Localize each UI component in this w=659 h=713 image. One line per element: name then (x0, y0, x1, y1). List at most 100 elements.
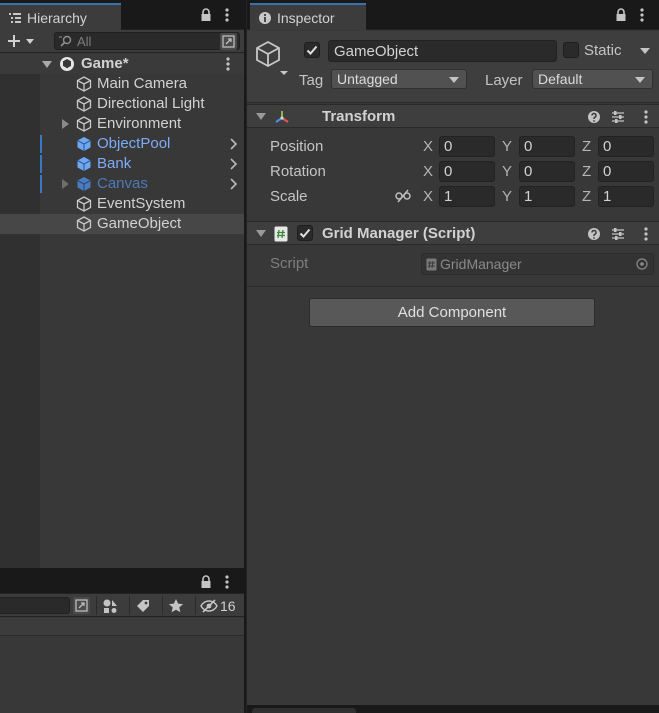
gameobject-cube-icon (76, 216, 92, 232)
lock-icon[interactable] (199, 7, 213, 23)
layer-dropdown[interactable]: Default (532, 69, 653, 89)
tab-hierarchy[interactable]: Hierarchy (0, 3, 121, 30)
hidden-packages-count: 16 (220, 597, 236, 614)
prefab-cube-icon (77, 177, 91, 191)
rotation-x-field[interactable]: 0 (439, 161, 495, 182)
position-x-axis: X (423, 138, 434, 155)
rotation-z-field[interactable]: 0 (598, 161, 654, 182)
sliders-icon[interactable] (611, 226, 625, 242)
tree-row-label: GameObject (97, 215, 182, 232)
favorite-star-icon[interactable] (162, 596, 188, 615)
tree-row-label: ObjectPool (97, 135, 171, 152)
tab-inspector-label: Inspector (277, 9, 335, 26)
search-scope-icon[interactable] (73, 597, 90, 614)
scale-x-field[interactable]: 1 (439, 186, 495, 207)
script-object-value: GridManager (440, 256, 522, 272)
position-y-field[interactable]: 0 (519, 136, 575, 157)
chevron-right-icon[interactable] (228, 138, 238, 150)
project-breadcrumb-bar (0, 618, 244, 636)
transform-header[interactable]: Transform (247, 104, 659, 128)
fold-open-icon[interactable] (256, 230, 266, 237)
search-icon (59, 35, 75, 47)
tree-row-scene[interactable]: Game* (0, 54, 244, 74)
fold-open-icon[interactable] (256, 113, 266, 120)
gameobject-cube-icon (76, 116, 92, 132)
tree-row-gameobject[interactable]: GameObject (0, 214, 244, 234)
help-icon[interactable] (587, 109, 601, 125)
rotation-y-field[interactable]: 0 (519, 161, 575, 182)
gameobject-cube-icon (256, 40, 288, 75)
chevron-right-icon[interactable] (228, 178, 238, 190)
static-dropdown-icon[interactable] (640, 47, 650, 55)
tree-row-canvas[interactable]: Canvas (0, 174, 244, 194)
rotation-x-axis: X (423, 163, 434, 180)
scene-visibility-icon[interactable] (220, 33, 237, 50)
tag-label: Tag (299, 72, 324, 89)
position-z-field[interactable]: 0 (598, 136, 654, 157)
filter-by-type-icon[interactable] (96, 596, 122, 615)
active-checkbox[interactable] (304, 42, 320, 58)
unlink-icon[interactable] (395, 189, 411, 203)
fold-open-icon[interactable] (42, 59, 52, 69)
unity-scene-icon (60, 57, 74, 71)
rotation-label: Rotation (270, 163, 326, 180)
script-hash-icon (426, 258, 437, 270)
grid-manager-header[interactable]: Grid Manager (Script) (247, 221, 659, 245)
chevron-right-icon[interactable] (228, 158, 238, 170)
object-icon-picker[interactable] (254, 39, 290, 75)
tree-row-environment[interactable]: Environment (0, 114, 244, 134)
hierarchy-search-input[interactable]: All (54, 32, 240, 50)
inspector-object-header: GameObject Static Tag Untagged Layer Def… (247, 31, 659, 103)
position-label: Position (270, 138, 324, 155)
script-object-field[interactable]: GridManager (421, 253, 654, 275)
project-search-input[interactable] (0, 597, 70, 614)
kebab-menu-icon[interactable] (635, 7, 649, 23)
hierarchy-tree: Game* Main Camera Directional Light Envi… (0, 54, 244, 568)
tab-inspector[interactable]: Inspector (250, 3, 366, 30)
filter-by-label-icon[interactable] (129, 596, 155, 615)
kebab-menu-icon[interactable] (639, 226, 653, 242)
tree-row-directional-light[interactable]: Directional Light (0, 94, 244, 114)
static-checkbox[interactable] (563, 42, 579, 58)
tag-dropdown[interactable]: Untagged (331, 69, 467, 89)
scrollbar-handle[interactable] (252, 708, 356, 713)
tree-row-eventsystem[interactable]: EventSystem (0, 194, 244, 214)
override-marker (40, 175, 42, 193)
lock-icon[interactable] (199, 574, 213, 590)
fold-closed-icon[interactable] (60, 179, 70, 189)
transform-axes-icon (275, 111, 289, 123)
eye-slash-icon (200, 598, 218, 613)
help-icon[interactable] (587, 226, 601, 242)
sliders-icon[interactable] (611, 109, 625, 125)
override-marker (40, 155, 42, 173)
kebab-menu-icon[interactable] (220, 7, 234, 23)
component-enabled-checkbox[interactable] (297, 225, 313, 241)
inspector-bottom-bar (247, 705, 659, 713)
chevron-down-icon (449, 77, 459, 83)
tree-row-bank[interactable]: Bank (0, 154, 244, 174)
add-component-button[interactable]: Add Component (309, 298, 595, 327)
hidden-packages-button[interactable]: 16 (195, 596, 241, 615)
kebab-menu-icon[interactable] (220, 574, 234, 590)
tree-row-label: Bank (97, 155, 132, 172)
tree-row-main-camera[interactable]: Main Camera (0, 74, 244, 94)
target-icon[interactable] (636, 258, 648, 270)
fold-closed-icon[interactable] (60, 119, 70, 129)
prefab-cube-icon (77, 157, 91, 171)
lock-icon[interactable] (614, 7, 628, 23)
kebab-menu-icon[interactable] (226, 57, 230, 71)
create-plus-icon[interactable] (7, 34, 35, 48)
gameobject-cube-icon (76, 76, 92, 92)
hierarchy-panel: Hierarchy All Game* Main Camera Directio… (0, 0, 244, 568)
gameobject-cube-icon (76, 196, 92, 212)
kebab-menu-icon[interactable] (639, 109, 653, 125)
tree-row-objectpool[interactable]: ObjectPool (0, 134, 244, 154)
position-x-field[interactable]: 0 (439, 136, 495, 157)
tree-row-label: Main Camera (97, 75, 188, 92)
static-label: Static (584, 42, 622, 59)
hierarchy-tab-bar: Hierarchy (0, 0, 244, 30)
scale-y-field[interactable]: 1 (519, 186, 575, 207)
script-label: Script (270, 255, 309, 272)
object-name-field[interactable]: GameObject (328, 40, 557, 62)
scale-z-field[interactable]: 1 (598, 186, 654, 207)
